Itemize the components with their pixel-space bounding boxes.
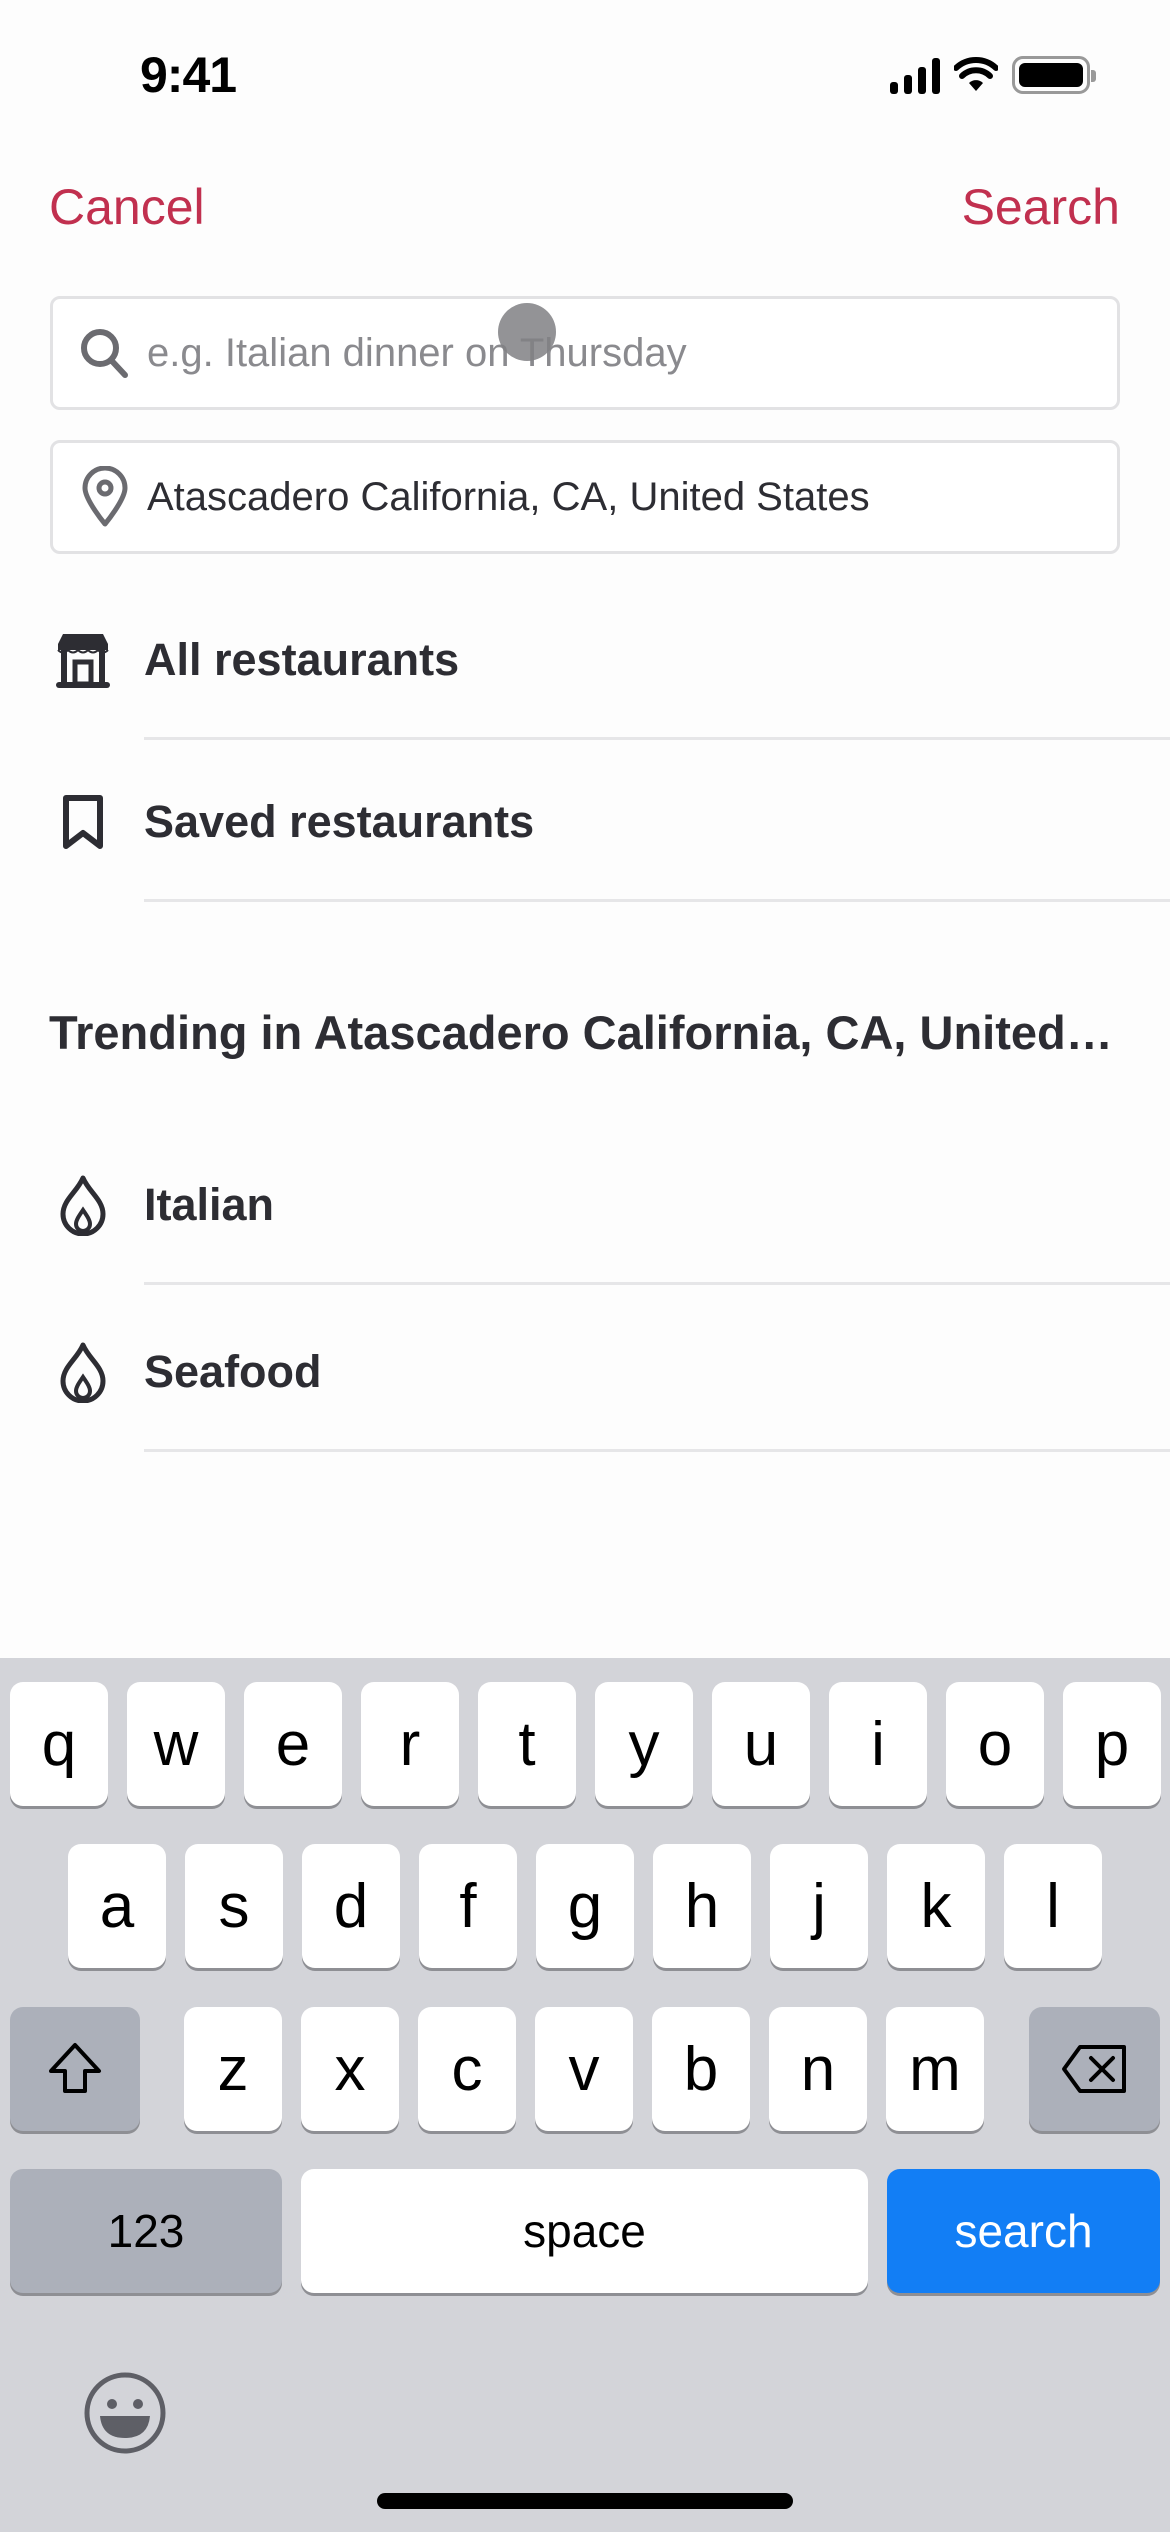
flame-icon xyxy=(48,1170,118,1240)
key-x[interactable]: x xyxy=(301,2007,399,2131)
key-r[interactable]: r xyxy=(361,1682,459,1806)
key-l[interactable]: l xyxy=(1004,1844,1102,1968)
cancel-button[interactable]: Cancel xyxy=(49,178,205,236)
key-q[interactable]: q xyxy=(10,1682,108,1806)
key-a[interactable]: a xyxy=(68,1844,166,1968)
trending-item-seafood[interactable]: Seafood xyxy=(0,1292,1170,1452)
location-pin-icon xyxy=(75,466,135,527)
key-g[interactable]: g xyxy=(536,1844,634,1968)
divider xyxy=(144,737,1170,740)
emoji-button[interactable] xyxy=(82,2370,168,2456)
battery-icon xyxy=(1012,56,1096,94)
divider xyxy=(144,1449,1170,1452)
key-k[interactable]: k xyxy=(887,1844,985,1968)
keyboard: qwertyuiop asdfghjkl zxcvbnm 123 space s… xyxy=(0,1658,1170,2532)
key-h[interactable]: h xyxy=(653,1844,751,1968)
delete-backspace-icon xyxy=(1061,2045,1126,2093)
key-b[interactable]: b xyxy=(652,2007,750,2131)
flame-icon xyxy=(48,1337,118,1407)
divider xyxy=(144,1282,1170,1285)
space-key[interactable]: space xyxy=(301,2169,868,2293)
wifi-icon xyxy=(954,57,998,91)
key-y[interactable]: y xyxy=(595,1682,693,1806)
key-j[interactable]: j xyxy=(770,1844,868,1968)
key-e[interactable]: e xyxy=(244,1682,342,1806)
status-icons xyxy=(890,56,1096,94)
search-input[interactable] xyxy=(147,299,1117,407)
key-o[interactable]: o xyxy=(946,1682,1044,1806)
location-field[interactable] xyxy=(50,440,1120,554)
key-p[interactable]: p xyxy=(1063,1682,1161,1806)
key-w[interactable]: w xyxy=(127,1682,225,1806)
key-f[interactable]: f xyxy=(419,1844,517,1968)
key-n[interactable]: n xyxy=(769,2007,867,2131)
search-field[interactable] xyxy=(50,296,1120,410)
saved-restaurants-row[interactable]: Saved restaurants xyxy=(0,742,1170,902)
trending-heading: Trending in Atascadero California, CA, U… xyxy=(49,1006,1119,1059)
shift-icon xyxy=(49,2043,101,2093)
emoji-icon xyxy=(84,2372,166,2454)
trending-item-label: Seafood xyxy=(144,1346,322,1397)
search-button[interactable]: Search xyxy=(962,178,1120,236)
all-restaurants-row[interactable]: All restaurants xyxy=(0,580,1170,740)
shift-key[interactable] xyxy=(10,2007,140,2131)
delete-key[interactable] xyxy=(1029,2007,1160,2131)
key-u[interactable]: u xyxy=(712,1682,810,1806)
key-i[interactable]: i xyxy=(829,1682,927,1806)
home-indicator xyxy=(377,2493,793,2509)
trending-item-label: Italian xyxy=(144,1179,275,1230)
key-d[interactable]: d xyxy=(302,1844,400,1968)
key-v[interactable]: v xyxy=(535,2007,633,2131)
location-input[interactable] xyxy=(147,443,1117,551)
search-icon xyxy=(75,323,135,383)
key-t[interactable]: t xyxy=(478,1682,576,1806)
status-time: 9:41 xyxy=(140,47,237,103)
key-c[interactable]: c xyxy=(418,2007,516,2131)
key-m[interactable]: m xyxy=(886,2007,984,2131)
status-bar: 9:41 xyxy=(0,0,1170,150)
numbers-key[interactable]: 123 xyxy=(10,2169,282,2293)
storefront-icon xyxy=(48,625,118,695)
trending-item-italian[interactable]: Italian xyxy=(0,1125,1170,1285)
all-restaurants-label: All restaurants xyxy=(144,634,460,685)
key-z[interactable]: z xyxy=(184,2007,282,2131)
saved-restaurants-label: Saved restaurants xyxy=(144,796,535,847)
key-s[interactable]: s xyxy=(185,1844,283,1968)
divider xyxy=(144,899,1170,902)
bookmark-icon xyxy=(48,787,118,857)
touch-indicator xyxy=(498,303,556,361)
search-return-key[interactable]: search xyxy=(887,2169,1160,2293)
cellular-signal-icon xyxy=(890,56,940,94)
